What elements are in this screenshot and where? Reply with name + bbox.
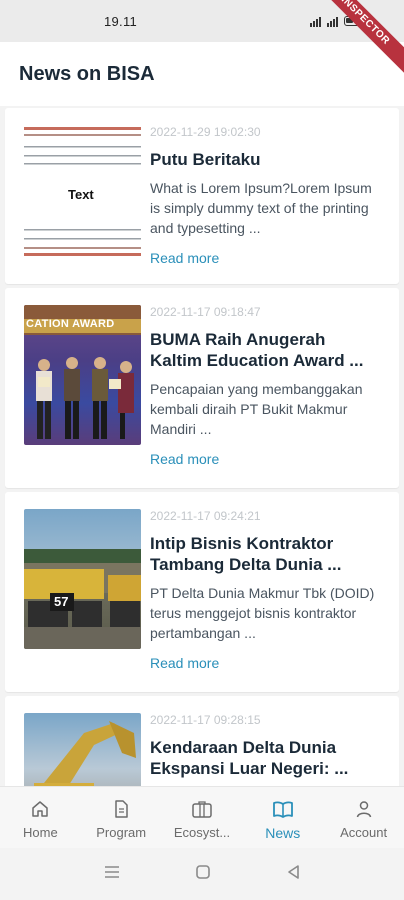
book-icon: [272, 799, 294, 819]
thumb-banner-text: CATION AWARD: [26, 318, 115, 330]
news-card[interactable]: Text 2022-11-29 19:02:30 Putu Beritaku W…: [5, 108, 399, 284]
back-icon[interactable]: [286, 864, 300, 885]
mining-truck-photo: [24, 549, 141, 649]
nav-label: Home: [23, 825, 58, 840]
news-title[interactable]: Intip Bisnis Kontraktor Tambang Delta Du…: [150, 533, 382, 575]
news-thumbnail: 57: [24, 509, 141, 649]
home-icon: [30, 799, 50, 819]
news-excerpt: Pencapaian yang membanggakan kembali dir…: [150, 381, 363, 437]
news-content: 2022-11-17 09:28:15 Kendaraan Delta Duni…: [150, 713, 382, 779]
signal-icon-secondary: [327, 15, 338, 27]
nav-label: Account: [340, 825, 388, 840]
nav-item-account[interactable]: Account: [323, 787, 404, 848]
status-time: 19.11: [104, 13, 138, 29]
news-excerpt: PT Delta Dunia Makmur Tbk (DOID) terus m…: [150, 585, 375, 641]
system-navigation-bar: [0, 848, 404, 900]
nav-item-program[interactable]: Program: [81, 787, 162, 848]
nav-item-news[interactable]: News: [242, 787, 323, 848]
thumb-text: Text: [68, 187, 94, 202]
news-content: 2022-11-17 09:24:21 Intip Bisnis Kontrak…: [150, 509, 382, 673]
document-icon: [111, 799, 131, 819]
read-more-link[interactable]: Read more: [150, 451, 219, 467]
news-date: 2022-11-29 19:02:30: [150, 125, 261, 139]
building-icon: [191, 799, 213, 819]
news-content: 2022-11-29 19:02:30 Putu Beritaku What i…: [150, 125, 382, 268]
nav-label: News: [265, 825, 301, 841]
person-icon: [354, 799, 374, 819]
nav-item-ecosystem[interactable]: Ecosyst...: [162, 787, 243, 848]
news-date: 2022-11-17 09:24:21: [150, 509, 261, 523]
nav-item-home[interactable]: Home: [0, 787, 81, 848]
news-feed[interactable]: Text 2022-11-29 19:02:30 Putu Beritaku W…: [0, 106, 404, 786]
home-square-icon[interactable]: [195, 864, 211, 885]
news-title[interactable]: Putu Beritaku: [150, 149, 382, 170]
news-thumbnail: [24, 713, 141, 786]
news-title[interactable]: BUMA Raih Anugerah Kaltim Education Awar…: [150, 329, 382, 371]
page-title: News on BISA: [19, 62, 155, 85]
news-date: 2022-11-17 09:18:47: [150, 305, 261, 319]
news-content: 2022-11-17 09:18:47 BUMA Raih Anugerah K…: [150, 305, 382, 469]
thumb-truck-number: 57: [54, 594, 69, 609]
signal-icon: [310, 15, 321, 27]
nav-label: Ecosyst...: [173, 825, 231, 840]
bottom-navigation: Home Program Ecosyst... News Account: [0, 786, 404, 848]
news-card[interactable]: 57 2022-11-17 09:24:21 Intip Bisnis Kont…: [5, 492, 399, 692]
read-more-link[interactable]: Read more: [150, 655, 219, 671]
news-excerpt: What is Lorem Ipsum?Lorem Ipsum is simpl…: [150, 180, 372, 236]
nav-label: Program: [96, 825, 147, 840]
news-thumbnail: Text: [24, 125, 141, 265]
read-more-link[interactable]: Read more: [150, 250, 219, 266]
menu-icon[interactable]: [104, 865, 120, 884]
excavator-photo: [34, 721, 136, 786]
news-date: 2022-11-17 09:28:15: [150, 713, 261, 727]
news-thumbnail: CATION AWARD: [24, 305, 141, 445]
news-card[interactable]: 2022-11-17 09:28:15 Kendaraan Delta Duni…: [5, 696, 399, 786]
news-card[interactable]: CATION AWARD 2022-11-17 09:18:47 BUMA Ra…: [5, 288, 399, 488]
news-title[interactable]: Kendaraan Delta Dunia Ekspansi Luar Nege…: [150, 737, 382, 779]
app-bar: News on BISA: [0, 42, 404, 106]
